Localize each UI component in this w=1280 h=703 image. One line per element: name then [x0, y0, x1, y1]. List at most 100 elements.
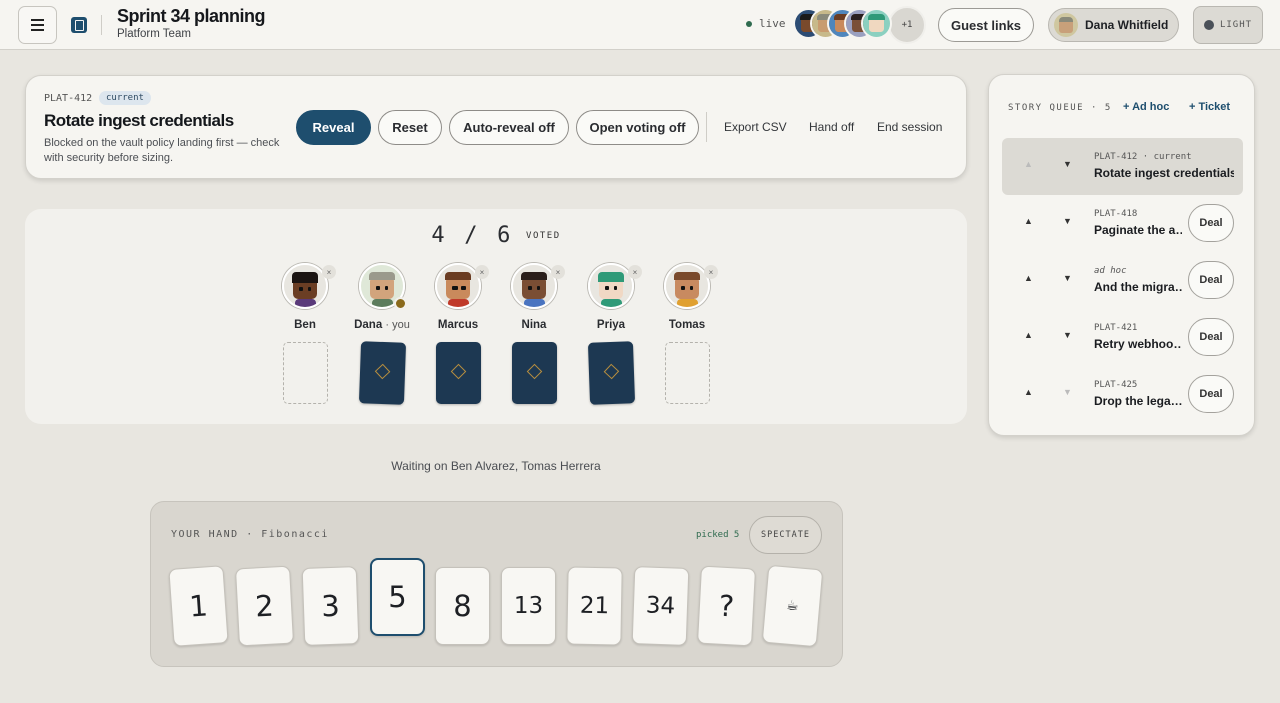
- hand-card[interactable]: ?: [696, 565, 757, 647]
- story-key: PLAT-412: [44, 93, 93, 104]
- queue-item-key: PLAT-421: [1094, 323, 1138, 333]
- player-name: Tomas: [668, 319, 706, 331]
- remove-player-icon[interactable]: ×: [704, 265, 718, 279]
- queue-item-key: PLAT-412 · current: [1094, 152, 1192, 162]
- player-seat: × Nina: [494, 263, 574, 404]
- hamburger-icon: [31, 18, 44, 33]
- live-label: live: [759, 17, 786, 30]
- hand-card[interactable]: 2: [234, 565, 295, 647]
- theme-toggle[interactable]: LIGHT: [1193, 6, 1263, 44]
- queue-item-title: Drop the lega…: [1094, 394, 1182, 408]
- hand-off-button[interactable]: Hand off: [809, 120, 854, 134]
- vote-card-facedown: [511, 342, 557, 404]
- reveal-button[interactable]: Reveal: [296, 110, 371, 145]
- hand-card[interactable]: 1: [168, 565, 229, 647]
- move-down-icon[interactable]: ▼: [1063, 159, 1072, 169]
- queue-item: ▲ ▼ PLAT-421 Retry webhoo… Deal: [1002, 309, 1243, 366]
- queue-item-title: Retry webhoo…: [1094, 337, 1182, 351]
- deal-button[interactable]: Deal: [1188, 318, 1234, 356]
- add-adhoc-button[interactable]: + Ad hoc: [1123, 101, 1169, 113]
- divider: [101, 15, 102, 35]
- remove-player-icon[interactable]: ×: [628, 265, 642, 279]
- export-csv-button[interactable]: Export CSV: [724, 120, 787, 134]
- vote-card-facedown: [358, 341, 406, 405]
- move-down-icon[interactable]: ▼: [1063, 330, 1072, 340]
- more-participants-badge[interactable]: +1: [888, 6, 926, 44]
- hand-card[interactable]: 8: [435, 567, 490, 645]
- player-name: Dana · you: [354, 319, 410, 331]
- queue-item-key: PLAT-425: [1094, 380, 1138, 390]
- hand-card[interactable]: 34: [631, 566, 690, 646]
- deal-button[interactable]: Deal: [1188, 204, 1234, 242]
- queue-item-title: Rotate ingest credentials: [1094, 166, 1234, 180]
- tally-separator: /: [464, 223, 478, 248]
- user-name: Dana Whitfield: [1085, 18, 1169, 32]
- remove-player-icon[interactable]: ×: [475, 265, 489, 279]
- move-up-icon[interactable]: ▲: [1024, 216, 1033, 226]
- hand-card[interactable]: ☕: [761, 564, 824, 648]
- app-logo-icon: [71, 17, 87, 33]
- hand-label: YOUR HAND · Fibonacci: [171, 529, 329, 540]
- team-name: Platform Team: [117, 28, 191, 40]
- spectate-button[interactable]: SPECTATE: [749, 516, 822, 554]
- user-menu-button[interactable]: Dana Whitfield: [1048, 8, 1179, 42]
- player-seat: Dana · you: [342, 263, 422, 405]
- guest-links-button[interactable]: Guest links: [938, 8, 1034, 42]
- story-note: Blocked on the vault policy landing firs…: [44, 137, 280, 164]
- story-title: Rotate ingest credentials: [44, 111, 234, 130]
- queue-item-title: And the migra…: [1094, 280, 1182, 294]
- status-badge: current: [99, 91, 151, 105]
- queue-item: ▲ ▼ ad hoc And the migra… Deal: [1002, 252, 1243, 309]
- end-session-button[interactable]: End session: [877, 120, 942, 134]
- you-indicator-icon: [394, 297, 407, 310]
- queue-item-key: PLAT-418: [1094, 209, 1138, 219]
- theme-label: LIGHT: [1219, 20, 1253, 30]
- vote-card-facedown: [435, 342, 481, 404]
- move-up-icon[interactable]: ▲: [1024, 273, 1033, 283]
- voting-table: 4 / 6 VOTED × Ben Dana · you × Marcus × …: [25, 209, 967, 424]
- total-count: 6: [497, 223, 511, 248]
- reset-button[interactable]: Reset: [378, 110, 442, 145]
- divider: [706, 112, 707, 142]
- voted-count: 4: [431, 223, 445, 248]
- queue-label: STORY QUEUE · 5: [1008, 103, 1112, 113]
- vote-card-empty: [664, 342, 710, 404]
- remove-player-icon[interactable]: ×: [322, 265, 336, 279]
- presence-avatars[interactable]: +1: [793, 6, 926, 44]
- player-seat: × Ben: [265, 263, 345, 404]
- move-up-icon[interactable]: ▲: [1024, 330, 1033, 340]
- move-down-icon[interactable]: ▼: [1063, 273, 1072, 283]
- open-voting-toggle[interactable]: Open voting off: [576, 110, 699, 145]
- page-title: Sprint 34 planning: [117, 6, 266, 26]
- vote-tally: 4 / 6 VOTED: [25, 223, 967, 248]
- queue-item: ▲ ▼ PLAT-425 Drop the lega… Deal: [1002, 366, 1243, 423]
- queue-item-current[interactable]: ▲ ▼ PLAT-412 · current Rotate ingest cre…: [1002, 138, 1243, 195]
- picked-indicator: picked 5: [696, 530, 740, 540]
- player-name: Nina: [521, 319, 547, 331]
- add-ticket-button[interactable]: + Ticket: [1189, 101, 1230, 113]
- auto-reveal-toggle[interactable]: Auto-reveal off: [449, 110, 569, 145]
- hand-card[interactable]: 13: [501, 567, 556, 645]
- vote-card-facedown: [587, 341, 635, 405]
- hand-card-selected[interactable]: 5: [370, 558, 425, 636]
- avatar: [1054, 13, 1078, 37]
- deal-button[interactable]: Deal: [1188, 261, 1234, 299]
- deal-button[interactable]: Deal: [1188, 375, 1234, 413]
- remove-player-icon[interactable]: ×: [551, 265, 565, 279]
- move-up-icon: ▲: [1024, 159, 1033, 169]
- top-bar: Sprint 34 planning Platform Team live +1…: [0, 0, 1280, 50]
- voted-label: VOTED: [526, 230, 561, 241]
- move-up-icon[interactable]: ▲: [1024, 387, 1033, 397]
- player-seat: × Marcus: [418, 263, 498, 404]
- hand-card[interactable]: 3: [301, 566, 360, 646]
- player-name: Priya: [596, 319, 626, 331]
- menu-button[interactable]: [18, 6, 57, 44]
- your-hand-panel: YOUR HAND · Fibonacci picked 5 SPECTATE …: [150, 501, 843, 667]
- theme-icon: [1203, 20, 1214, 30]
- live-dot-icon: [746, 20, 752, 27]
- waiting-status: Waiting on Ben Alvarez, Tomas Herrera: [391, 459, 601, 473]
- live-indicator: live: [746, 17, 786, 30]
- current-story-card: PLAT-412 current Rotate ingest credentia…: [25, 75, 967, 179]
- hand-card[interactable]: 21: [566, 566, 623, 646]
- move-down-icon[interactable]: ▼: [1063, 216, 1072, 226]
